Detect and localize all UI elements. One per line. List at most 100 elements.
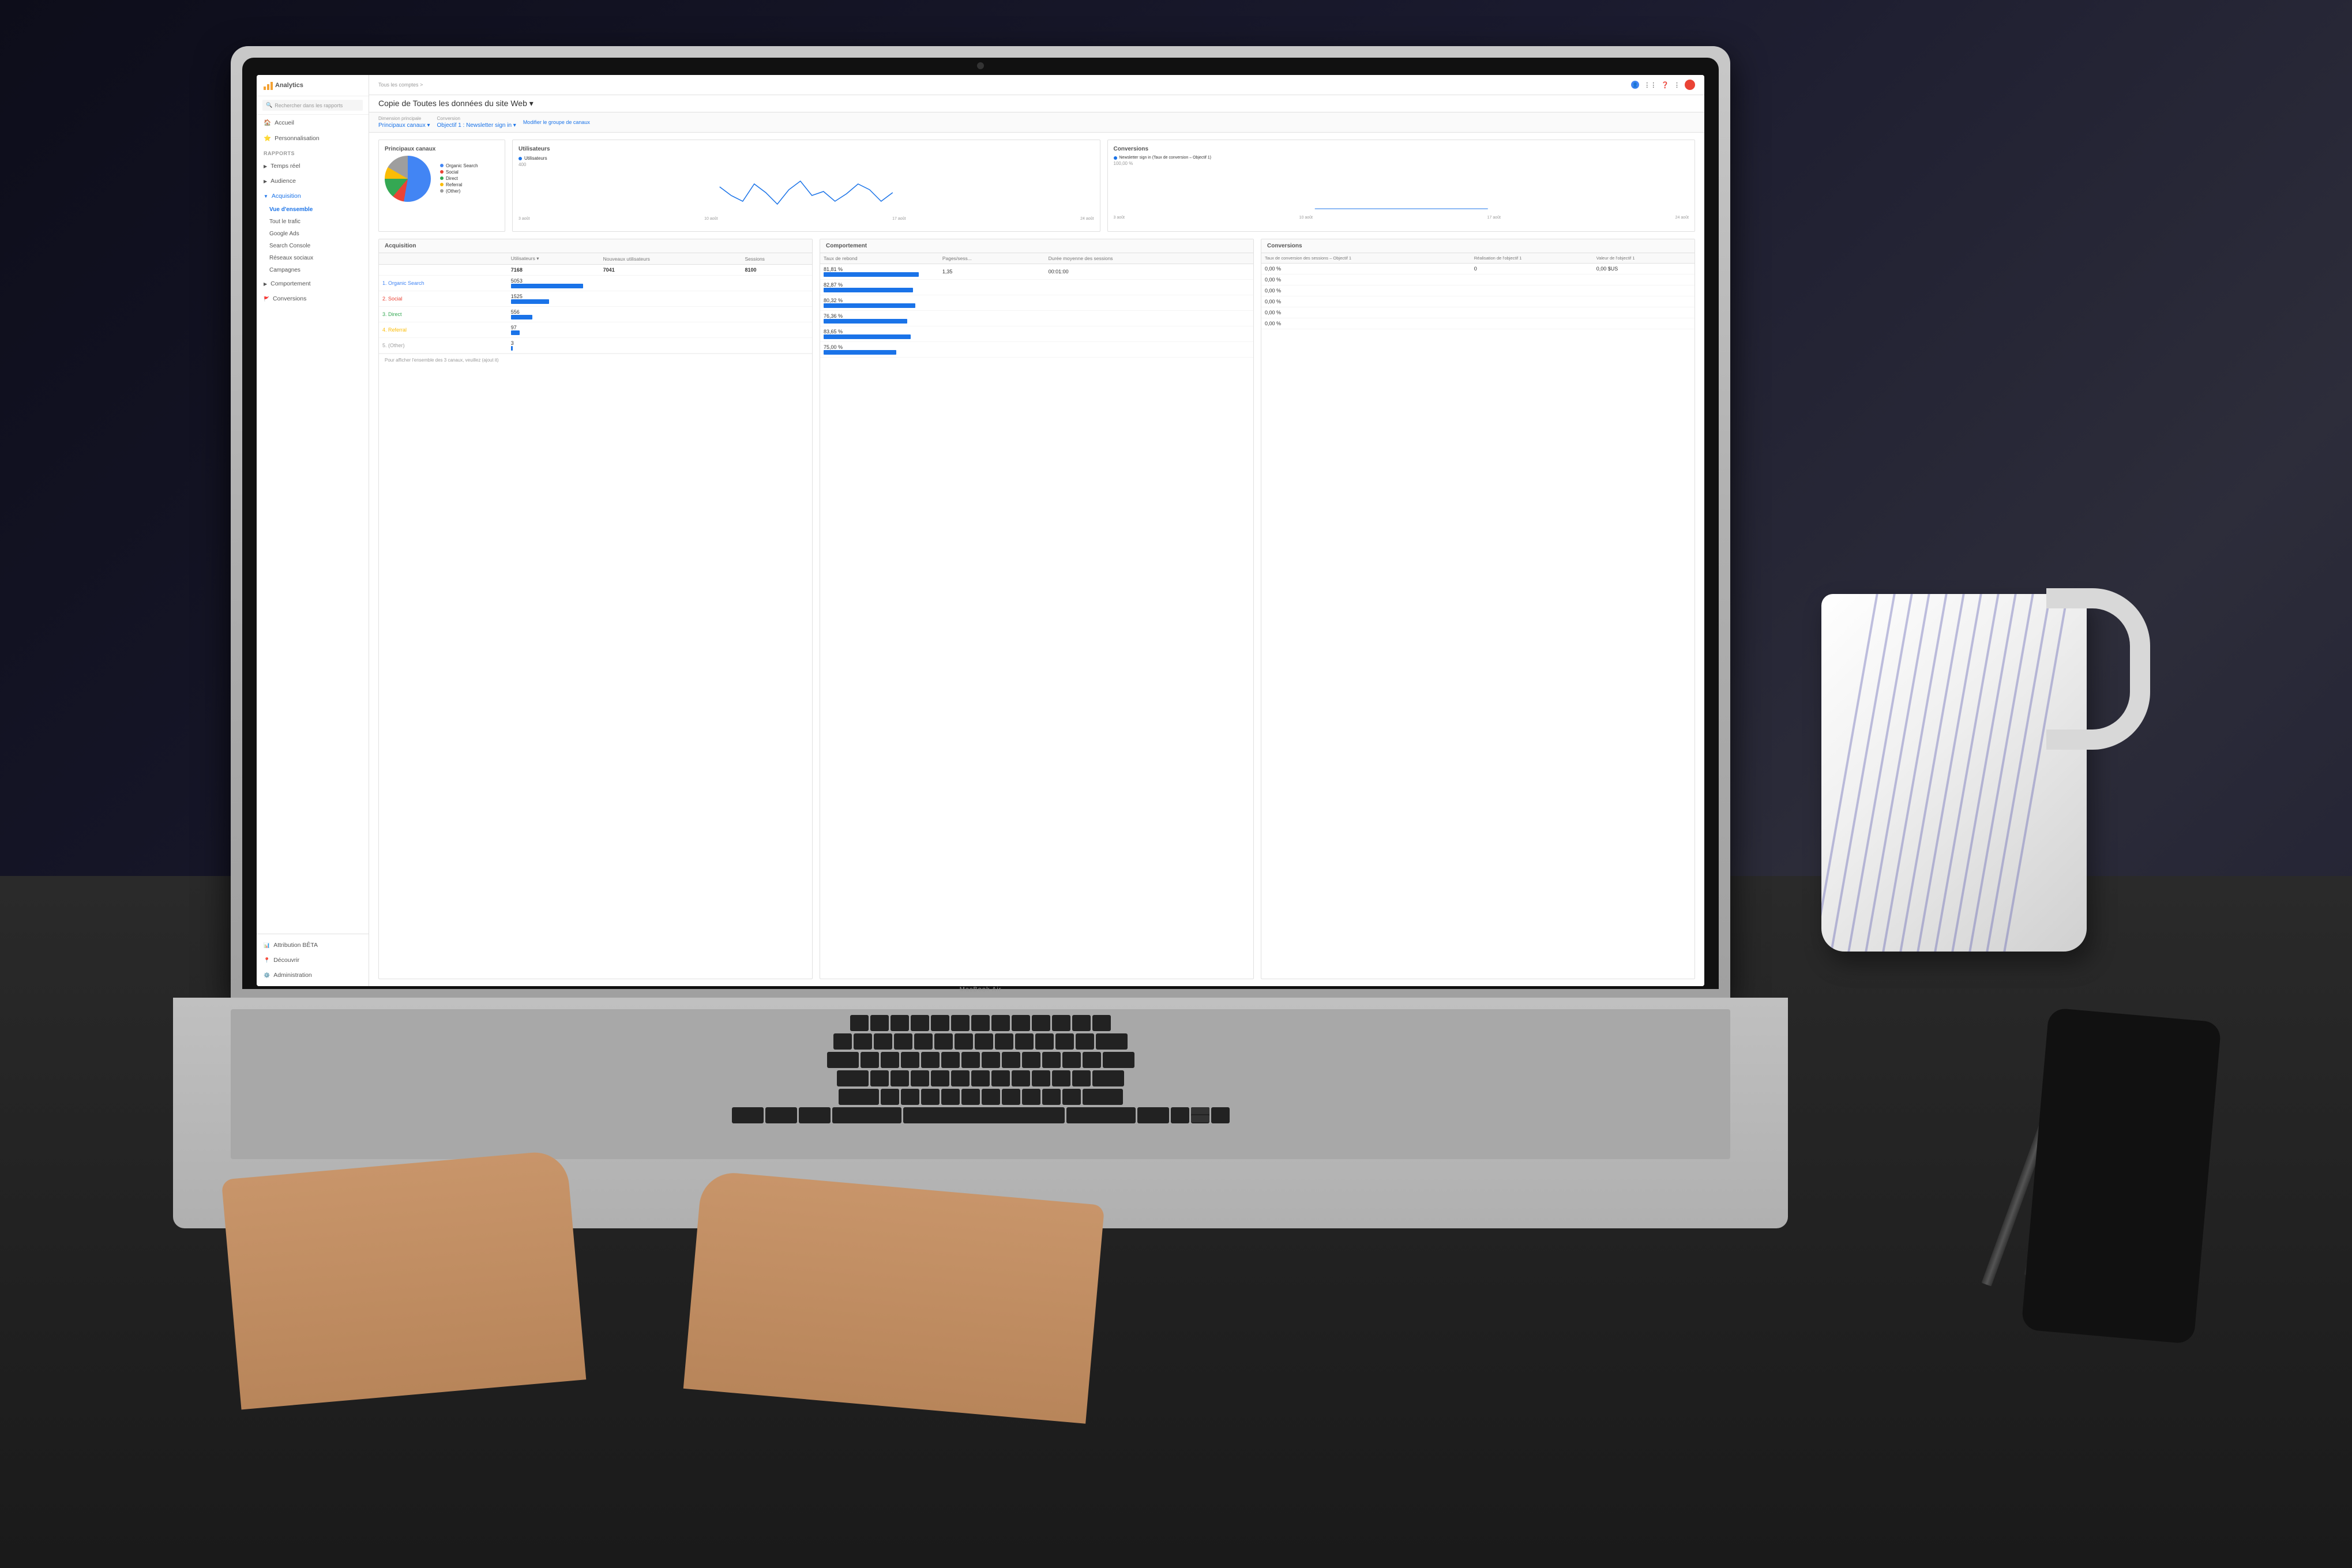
- key-h[interactable]: [971, 1070, 990, 1086]
- key-f8[interactable]: [1012, 1015, 1030, 1031]
- key-up[interactable]: [1191, 1107, 1209, 1114]
- key-l[interactable]: [1032, 1070, 1050, 1086]
- key-semicolon[interactable]: [1052, 1070, 1070, 1086]
- key-bracket-r[interactable]: [1083, 1052, 1101, 1068]
- sidebar-item-comportement[interactable]: ▶ Comportement: [257, 276, 369, 291]
- key-0[interactable]: [1035, 1033, 1054, 1050]
- more-icon[interactable]: ⋮: [1674, 81, 1680, 89]
- key-u[interactable]: [982, 1052, 1000, 1068]
- key-v[interactable]: [941, 1089, 960, 1105]
- key-f1[interactable]: [870, 1015, 889, 1031]
- key-s[interactable]: [891, 1070, 909, 1086]
- key-right[interactable]: [1211, 1107, 1230, 1123]
- key-o[interactable]: [1022, 1052, 1040, 1068]
- key-d[interactable]: [911, 1070, 929, 1086]
- key-b[interactable]: [961, 1089, 980, 1105]
- key-4[interactable]: [914, 1033, 933, 1050]
- key-f11[interactable]: [1072, 1015, 1091, 1031]
- key-backslash[interactable]: [1103, 1052, 1134, 1068]
- key-5[interactable]: [934, 1033, 953, 1050]
- sidebar-sub-vue-ensemble[interactable]: Vue d'ensemble: [257, 204, 369, 216]
- key-f4[interactable]: [931, 1015, 949, 1031]
- key-cmd-r[interactable]: [1066, 1107, 1136, 1123]
- sidebar-item-realtime[interactable]: ▶ Temps réel: [257, 159, 369, 174]
- key-9[interactable]: [1015, 1033, 1034, 1050]
- sidebar-sub-tout-trafic[interactable]: Tout le trafic: [257, 216, 369, 228]
- key-fn[interactable]: [732, 1107, 764, 1123]
- sidebar-item-audience[interactable]: ▶ Audience: [257, 174, 369, 189]
- key-cmd-l[interactable]: [832, 1107, 901, 1123]
- modify-channel-link[interactable]: Modifier le groupe de canaux: [523, 119, 590, 125]
- key-period[interactable]: [1042, 1089, 1061, 1105]
- key-f2[interactable]: [891, 1015, 909, 1031]
- key-shift-l[interactable]: [839, 1089, 879, 1105]
- key-x[interactable]: [901, 1089, 919, 1105]
- key-f7[interactable]: [991, 1015, 1010, 1031]
- key-t[interactable]: [941, 1052, 960, 1068]
- sidebar-item-personalisation[interactable]: ⭐ Personnalisation: [257, 130, 369, 146]
- key-r[interactable]: [921, 1052, 940, 1068]
- key-7[interactable]: [975, 1033, 993, 1050]
- sidebar-search-area[interactable]: 🔍 Rechercher dans les rapports: [257, 96, 369, 115]
- sidebar-item-attribution[interactable]: 📊 Attribution BÊTA: [257, 938, 369, 953]
- key-quote[interactable]: [1072, 1070, 1091, 1086]
- key-j[interactable]: [991, 1070, 1010, 1086]
- key-minus[interactable]: [1055, 1033, 1074, 1050]
- key-slash[interactable]: [1062, 1089, 1081, 1105]
- key-e[interactable]: [901, 1052, 919, 1068]
- key-alt-l[interactable]: [799, 1107, 831, 1123]
- key-alt-r[interactable]: [1137, 1107, 1169, 1123]
- key-3[interactable]: [894, 1033, 912, 1050]
- key-8[interactable]: [995, 1033, 1013, 1050]
- key-down[interactable]: [1191, 1115, 1209, 1122]
- key-n[interactable]: [982, 1089, 1000, 1105]
- key-backtick[interactable]: [833, 1033, 852, 1050]
- conversion-select[interactable]: Objectif 1 : Newsletter sign in ▾: [437, 122, 516, 129]
- sidebar-item-administration[interactable]: ⚙️ Administration: [257, 968, 369, 983]
- sidebar-item-decouvrir[interactable]: 📍 Découvrir: [257, 953, 369, 968]
- key-z[interactable]: [881, 1089, 899, 1105]
- sidebar-sub-google-ads[interactable]: Google Ads: [257, 228, 369, 240]
- key-bracket-l[interactable]: [1062, 1052, 1081, 1068]
- dimension-select[interactable]: Principaux canaux ▾: [378, 122, 430, 129]
- key-y[interactable]: [961, 1052, 980, 1068]
- apps-icon[interactable]: ⋮⋮: [1644, 81, 1656, 89]
- help-icon[interactable]: ❓: [1661, 81, 1669, 89]
- key-6[interactable]: [955, 1033, 973, 1050]
- sidebar-item-acquisition[interactable]: ▼ Acquisition: [257, 189, 369, 204]
- key-f10[interactable]: [1052, 1015, 1070, 1031]
- user-avatar-icon[interactable]: 👤: [1631, 81, 1639, 89]
- key-left[interactable]: [1171, 1107, 1189, 1123]
- key-comma[interactable]: [1022, 1089, 1040, 1105]
- search-box[interactable]: 🔍 Rechercher dans les rapports: [262, 100, 363, 111]
- sidebar-item-home[interactable]: 🏠 Accueil: [257, 115, 369, 130]
- key-backspace[interactable]: [1096, 1033, 1128, 1050]
- key-f5[interactable]: [951, 1015, 970, 1031]
- key-tab[interactable]: [827, 1052, 859, 1068]
- key-caps[interactable]: [837, 1070, 869, 1086]
- key-2[interactable]: [874, 1033, 892, 1050]
- th-users[interactable]: Utilisateurs ▾: [508, 253, 600, 265]
- key-q[interactable]: [861, 1052, 879, 1068]
- key-ctrl[interactable]: [765, 1107, 797, 1123]
- profile-avatar[interactable]: [1685, 80, 1695, 90]
- sidebar-item-conversions[interactable]: 🚩 Conversions: [257, 291, 369, 306]
- sidebar-sub-reseaux[interactable]: Réseaux sociaux: [257, 252, 369, 264]
- key-space[interactable]: [903, 1107, 1065, 1123]
- sidebar-sub-campagnes[interactable]: Campagnes: [257, 264, 369, 276]
- key-f12[interactable]: [1092, 1015, 1111, 1031]
- key-up-down[interactable]: [1191, 1107, 1209, 1123]
- key-m[interactable]: [1002, 1089, 1020, 1105]
- sidebar-sub-search-console[interactable]: Search Console: [257, 240, 369, 252]
- key-w[interactable]: [881, 1052, 899, 1068]
- key-p[interactable]: [1042, 1052, 1061, 1068]
- key-g[interactable]: [951, 1070, 970, 1086]
- laptop-screen[interactable]: Analytics 🔍 Rechercher dans les rapports…: [257, 75, 1704, 986]
- key-k[interactable]: [1012, 1070, 1030, 1086]
- key-i[interactable]: [1002, 1052, 1020, 1068]
- key-equal[interactable]: [1076, 1033, 1094, 1050]
- key-f6[interactable]: [971, 1015, 990, 1031]
- key-esc[interactable]: [850, 1015, 869, 1031]
- key-shift-r[interactable]: [1083, 1089, 1123, 1105]
- key-c[interactable]: [921, 1089, 940, 1105]
